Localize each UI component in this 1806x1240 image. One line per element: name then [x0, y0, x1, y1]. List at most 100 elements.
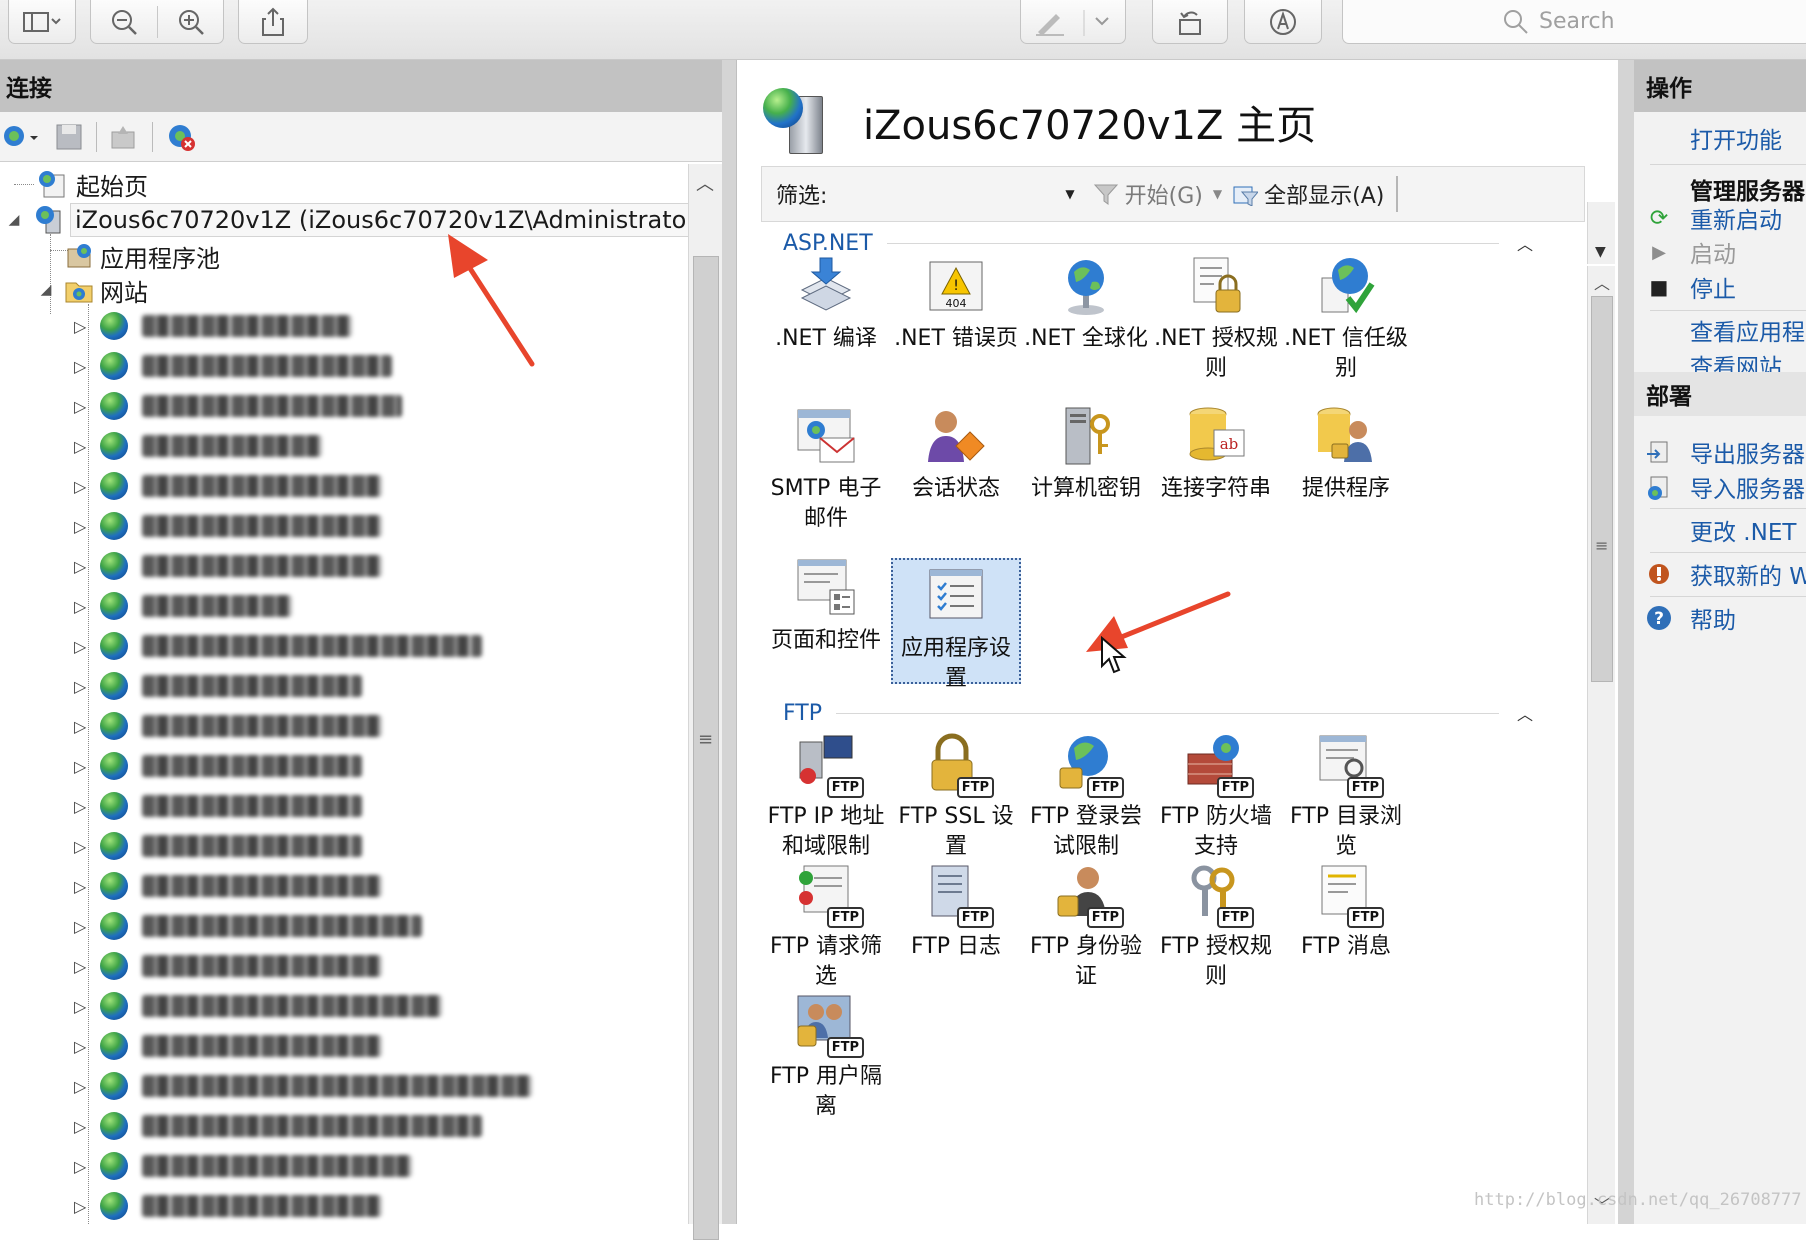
tree-item-site[interactable]: ▷	[74, 786, 363, 826]
tree-item-site[interactable]: ▷	[74, 1066, 533, 1106]
feature-ftp-authorization[interactable]: FTP FTP 授权规则	[1151, 862, 1281, 992]
expand-icon[interactable]: ▷	[74, 717, 86, 736]
export-server-action[interactable]: 导出服务器	[1634, 432, 1805, 472]
feature-dotnet-trust-level[interactable]: .NET 信任级别	[1281, 254, 1411, 384]
expand-icon[interactable]: ▷	[74, 997, 86, 1016]
up-icon[interactable]	[108, 122, 138, 152]
feature-ftp-request-filtering[interactable]: FTP FTP 请求筛选	[761, 862, 891, 992]
tree-item-site[interactable]: ▷	[74, 1186, 383, 1224]
import-server-action[interactable]: 导入服务器	[1634, 467, 1805, 507]
tree-item-site[interactable]: ▷	[74, 1146, 413, 1186]
feature-ftp-authentication[interactable]: FTP FTP 身份验证	[1021, 862, 1151, 992]
stop-action[interactable]: ■ 停止	[1634, 267, 1736, 307]
help-action[interactable]: ? 帮助	[1634, 598, 1736, 638]
expand-icon[interactable]: ▷	[74, 317, 86, 336]
expand-icon[interactable]: ▷	[74, 557, 86, 576]
right-splitter[interactable]	[1618, 60, 1634, 1224]
expand-icon[interactable]: ▷	[74, 1077, 86, 1096]
tree-item-site[interactable]: ▷	[74, 706, 383, 746]
expand-icon[interactable]: ▷	[74, 797, 86, 816]
feature-dotnet-authorization[interactable]: .NET 授权规则	[1151, 254, 1281, 384]
feature-ftp-ip-restrictions[interactable]: FTP FTP IP 地址和域限制	[761, 732, 891, 862]
tree-item-sites[interactable]: ◢ 网站	[38, 270, 148, 310]
tree-item-start-page[interactable]: 起始页	[36, 164, 148, 204]
collapse-icon[interactable]: ◢	[38, 282, 54, 298]
tree-item-site[interactable]: ▷	[74, 546, 383, 586]
expand-icon[interactable]: ▷	[74, 1157, 86, 1176]
expand-icon[interactable]: ▷	[74, 517, 86, 536]
tree-item-site[interactable]: ▷	[74, 746, 363, 786]
filter-dropdown-icon[interactable]: ▼	[1065, 187, 1074, 201]
markup-button[interactable]	[1020, 0, 1126, 44]
expand-icon[interactable]: ▷	[74, 597, 86, 616]
tree-item-site[interactable]: ▷	[74, 626, 483, 666]
group-header-ftp[interactable]: FTP ︿	[761, 696, 1545, 730]
tree-item-site[interactable]: ▷	[74, 986, 443, 1026]
tree-item-site[interactable]: ▷	[74, 866, 383, 906]
tree-item-site[interactable]: ▷	[74, 506, 383, 546]
expand-icon[interactable]: ▷	[74, 877, 86, 896]
feature-app-settings[interactable]: 应用程序设置	[891, 558, 1021, 691]
feature-ftp-ssl[interactable]: FTP FTP SSL 设置	[891, 732, 1021, 862]
open-feature-action[interactable]: 打开功能	[1634, 118, 1782, 158]
rotate-button[interactable]	[1152, 0, 1228, 44]
tree-item-server[interactable]: ◢ iZous6c70720v1Z (iZous6c70720v1Z\Admin…	[0, 200, 688, 240]
feature-ftp-logon-attempts[interactable]: FTP FTP 登录尝试限制	[1021, 732, 1151, 862]
scroll-up-icon[interactable]: ︿	[696, 170, 714, 196]
go-button[interactable]: 开始(G)	[1093, 178, 1203, 210]
filter-overflow-button[interactable]: ▼	[1587, 202, 1615, 264]
tree-item-site[interactable]: ▷	[74, 306, 353, 346]
feature-smtp-email[interactable]: SMTP 电子邮件	[761, 404, 891, 534]
collapse-icon[interactable]: ◢	[6, 212, 22, 228]
feature-dotnet-compile[interactable]: .NET 编译	[761, 254, 891, 354]
left-splitter[interactable]	[722, 60, 736, 1224]
expand-icon[interactable]: ▷	[74, 1037, 86, 1056]
view-app-pools-action[interactable]: 查看应用程	[1634, 310, 1805, 350]
expand-icon[interactable]: ▷	[74, 677, 86, 696]
feature-ftp-directory-browsing[interactable]: FTP FTP 目录浏览	[1281, 732, 1411, 862]
feature-connection-strings[interactable]: ab 连接字符串	[1151, 404, 1281, 504]
start-action[interactable]: ▶ 启动	[1634, 232, 1736, 272]
tree-item-site[interactable]: ▷	[74, 426, 323, 466]
expand-icon[interactable]: ▷	[74, 437, 86, 456]
expand-icon[interactable]: ▷	[74, 837, 86, 856]
expand-icon[interactable]: ▷	[74, 357, 86, 376]
feature-providers[interactable]: 提供程序	[1281, 404, 1411, 504]
expand-icon[interactable]: ▷	[74, 1117, 86, 1136]
expand-icon[interactable]: ▷	[74, 757, 86, 776]
tree-item-site[interactable]: ▷	[74, 826, 363, 866]
zoom-out-button[interactable]	[90, 0, 157, 44]
feature-machine-key[interactable]: 计算机密钥	[1021, 404, 1151, 504]
feature-dotnet-globalization[interactable]: .NET 全球化	[1021, 254, 1151, 354]
features-scrollbar[interactable]: ︿ ≡ ﹀	[1587, 266, 1615, 1224]
feature-session-state[interactable]: 会话状态	[891, 404, 1021, 504]
tree-item-site[interactable]: ▷	[74, 586, 293, 626]
show-all-button[interactable]: 全部显示(A)	[1232, 178, 1384, 210]
feature-dotnet-error-page[interactable]: ! 404 .NET 错误页	[891, 254, 1021, 354]
tree-item-site[interactable]: ▷	[74, 906, 423, 946]
connections-scrollbar[interactable]: ︿ ≡	[688, 164, 722, 1240]
share-button[interactable]	[238, 0, 308, 44]
chevron-up-icon[interactable]: ︿	[1517, 231, 1533, 255]
change-net-action[interactable]: 更改 .NET	[1634, 510, 1796, 550]
feature-ftp-firewall[interactable]: FTP FTP 防火墙支持	[1151, 732, 1281, 862]
expand-icon[interactable]: ▷	[74, 957, 86, 976]
sidebar-toggle-button[interactable]	[8, 0, 76, 44]
go-dropdown-icon[interactable]: ▼	[1213, 187, 1222, 201]
tree-item-site[interactable]: ▷	[74, 466, 383, 506]
annotate-button[interactable]	[1244, 0, 1322, 44]
expand-icon[interactable]: ▷	[74, 637, 86, 656]
get-new-action[interactable]: 获取新的 W	[1634, 554, 1806, 594]
disconnect-icon[interactable]	[166, 122, 196, 152]
search-field[interactable]: Search	[1342, 0, 1806, 44]
feature-ftp-user-isolation[interactable]: FTP FTP 用户隔离	[761, 992, 891, 1122]
scroll-up-icon[interactable]: ︿	[1594, 270, 1610, 294]
tree-item-site[interactable]: ▷	[74, 1026, 383, 1066]
expand-icon[interactable]: ▷	[74, 477, 86, 496]
tree-item-site[interactable]: ▷	[74, 386, 403, 426]
filter-input[interactable]	[835, 177, 1066, 211]
feature-ftp-messages[interactable]: FTP FTP 消息	[1281, 862, 1411, 962]
save-icon[interactable]	[54, 122, 84, 152]
feature-ftp-logging[interactable]: FTP FTP 日志	[891, 862, 1021, 962]
connect-icon[interactable]	[2, 122, 42, 152]
